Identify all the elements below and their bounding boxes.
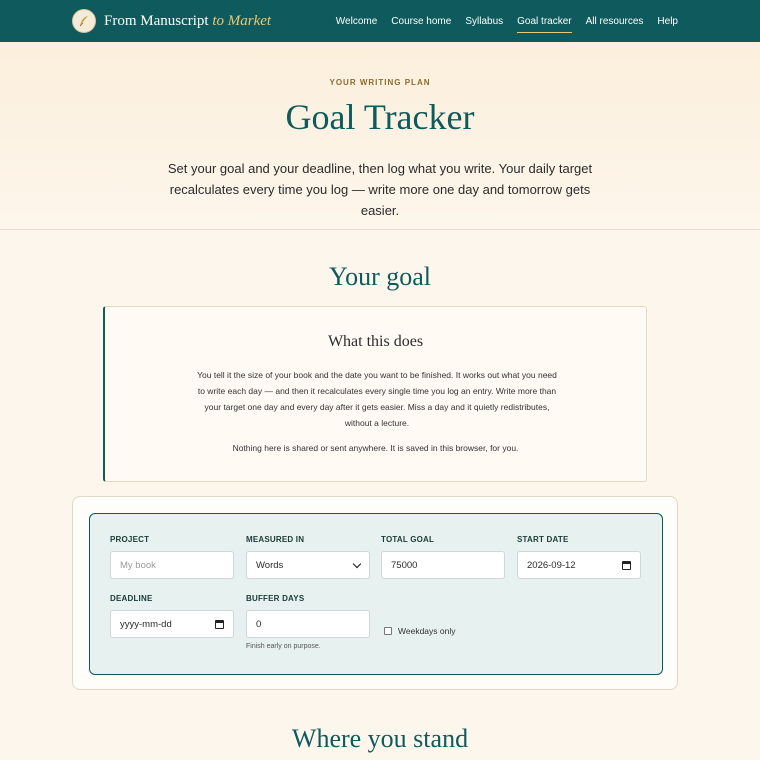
buffer-days-input[interactable]: 0 bbox=[246, 610, 370, 638]
info-privacy-note: Nothing here is shared or sent anywhere.… bbox=[232, 443, 519, 453]
goal-form: PROJECT My book MEASURED IN Words TOTAL … bbox=[89, 513, 663, 675]
buffer-days-hint: Finish early on purpose. bbox=[246, 643, 321, 650]
quill-icon bbox=[72, 9, 96, 33]
info-title: What this does bbox=[327, 333, 424, 350]
project-input[interactable]: My book bbox=[110, 551, 234, 579]
top-nav: From Manuscript to Market Welcome Course… bbox=[0, 0, 760, 42]
start-date-value: 2026-09-12 bbox=[527, 559, 576, 571]
hero: YOUR WRITING PLAN Goal Tracker Set your … bbox=[0, 42, 760, 230]
nav-link-syllabus[interactable]: Syllabus bbox=[465, 0, 503, 42]
section-title-your-goal: Your goal bbox=[328, 262, 432, 291]
chevron-down-icon bbox=[352, 559, 362, 568]
nav-link-all-resources[interactable]: All resources bbox=[586, 0, 644, 42]
nav-links: Welcome Course home Syllabus Goal tracke… bbox=[322, 0, 678, 42]
page-title: Goal Tracker bbox=[285, 97, 475, 137]
hero-eyebrow: YOUR WRITING PLAN bbox=[329, 78, 431, 87]
nav-link-welcome[interactable]: Welcome bbox=[336, 0, 378, 42]
deadline-placeholder: yyyy-mm-dd bbox=[120, 618, 172, 630]
nav-link-course-home[interactable]: Course home bbox=[391, 0, 451, 42]
info-body: You tell it the size of your book and th… bbox=[197, 370, 557, 428]
info-box: What this does You tell it the size of y… bbox=[103, 306, 647, 482]
measured-in-label: MEASURED IN bbox=[246, 535, 305, 544]
start-date-input[interactable]: 2026-09-12 bbox=[517, 551, 641, 579]
section-title-where-you-stand: Where you stand bbox=[291, 724, 469, 753]
calendar-icon[interactable] bbox=[622, 560, 631, 570]
brand-main: From Manuscript bbox=[104, 12, 209, 29]
measured-in-value: Words bbox=[256, 559, 284, 571]
measured-in-select[interactable]: Words bbox=[246, 551, 370, 579]
total-goal-value: 75000 bbox=[391, 559, 418, 571]
nav-link-goal-tracker[interactable]: Goal tracker bbox=[517, 0, 573, 42]
project-label: PROJECT bbox=[110, 535, 150, 544]
weekdays-only-label: Weekdays only bbox=[398, 626, 456, 636]
start-date-label: START DATE bbox=[517, 535, 569, 544]
brand-link[interactable]: From Manuscript to Market bbox=[72, 9, 271, 33]
buffer-days-label: BUFFER DAYS bbox=[246, 594, 305, 603]
deadline-input[interactable]: yyyy-mm-dd bbox=[110, 610, 234, 638]
total-goal-label: TOTAL GOAL bbox=[381, 535, 435, 544]
weekdays-only-checkbox[interactable] bbox=[384, 627, 392, 635]
nav-link-help[interactable]: Help bbox=[657, 0, 678, 42]
project-placeholder: My book bbox=[120, 559, 156, 571]
brand-accent: to Market bbox=[212, 12, 272, 29]
calendar-icon[interactable] bbox=[215, 619, 224, 629]
total-goal-input[interactable]: 75000 bbox=[381, 551, 505, 579]
brand-name: From Manuscript to Market bbox=[104, 13, 271, 30]
hero-intro: Set your goal and your deadline, then lo… bbox=[167, 161, 593, 218]
goal-form-card: PROJECT My book MEASURED IN Words TOTAL … bbox=[72, 496, 678, 690]
buffer-days-value: 0 bbox=[256, 618, 262, 630]
deadline-label: DEADLINE bbox=[110, 594, 153, 603]
weekdays-only-option[interactable]: Weekdays only bbox=[384, 626, 455, 636]
